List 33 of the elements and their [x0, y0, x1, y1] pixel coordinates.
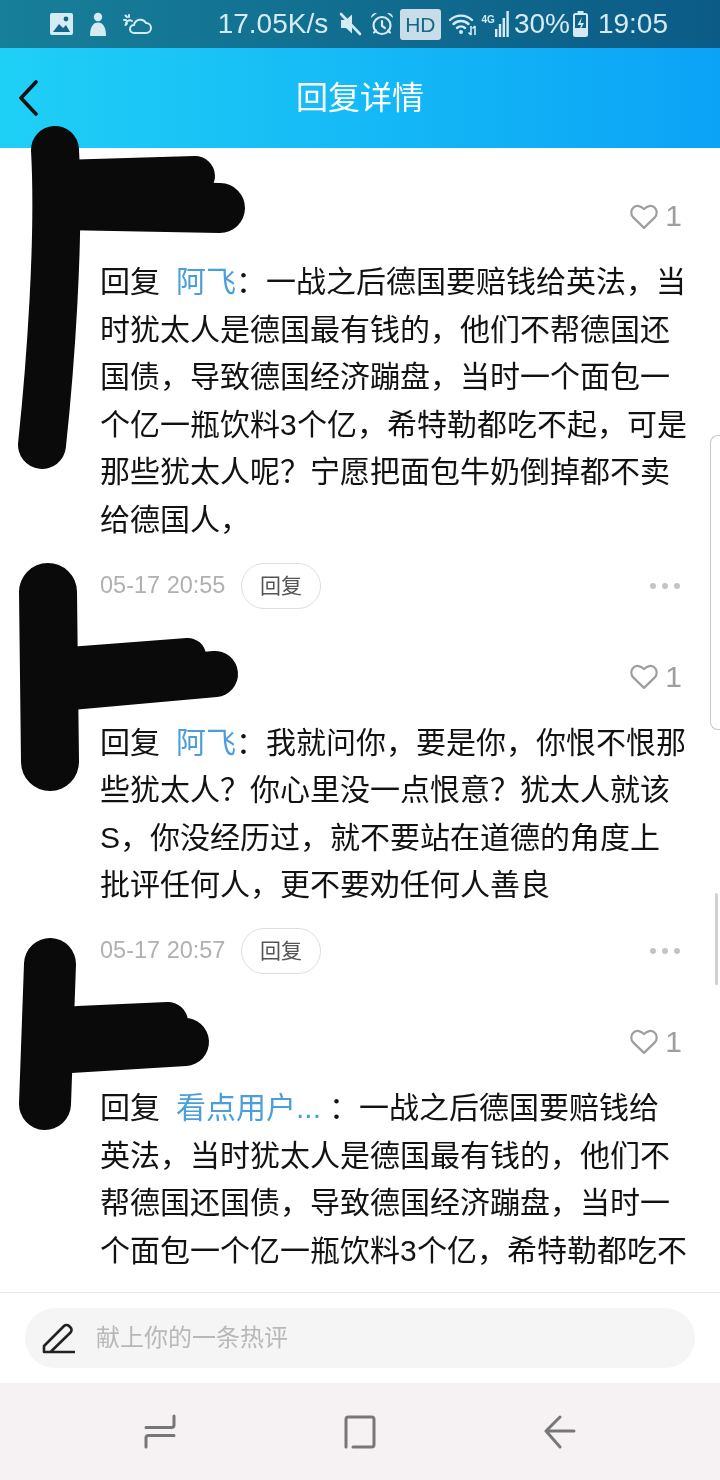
alarm-icon — [370, 12, 395, 36]
battery-percent: 30% — [513, 7, 570, 41]
person-icon — [88, 12, 108, 36]
like-button[interactable]: 1 — [629, 1026, 682, 1057]
comment-text: 回复 看点用户... ：一战之后德国要赔钱给英法，当时犹太人是德国最有钱的，他们不帮德国还国债，导致德国经济蹦盘，当时一个面包一个亿一瓶饮料3个亿，希特勒都吃不 — [100, 1089, 688, 1269]
like-button[interactable]: 1 — [629, 661, 682, 692]
recent-apps-icon[interactable] — [144, 1414, 176, 1449]
username-link[interactable]: 阿飞 — [176, 265, 236, 298]
network-speed: 17.05K/s — [217, 7, 329, 41]
home-icon[interactable] — [344, 1414, 376, 1449]
battery-icon — [572, 11, 588, 37]
back-icon[interactable] — [18, 80, 38, 116]
signal-icon — [494, 11, 509, 37]
mute-icon — [338, 12, 363, 36]
gallery-icon — [50, 13, 73, 35]
username-link[interactable]: 看点用户... — [176, 1090, 321, 1124]
weather-icon — [123, 13, 152, 35]
page-title: 回复详情 — [295, 79, 425, 118]
username-link[interactable]: 阿飞 — [176, 725, 236, 759]
reply-button[interactable]: 回复 — [241, 562, 322, 609]
reply-button[interactable]: 回复 — [241, 927, 322, 974]
comment-text: 回复 阿飞：一战之后德国要赔钱给英法，当时犹太人是德国最有钱的，他们不帮德国还国债，导致德国经济蹦盘，当时一个面包一个亿一瓶饮料3个亿，希特勒都吃不起，可是那些犹太人呢？宁愿把面包牛奶倒掉都不卖给德国人， — [100, 264, 688, 538]
hd-indicator: HD — [400, 8, 441, 40]
timestamp: 05-17 20:55 — [100, 570, 226, 600]
network-type: 4G — [481, 15, 495, 25]
like-button[interactable]: 1 — [629, 201, 682, 231]
edge-panel-handle[interactable] — [710, 435, 720, 730]
comment-input[interactable]: 献上你的一条热评 — [25, 1308, 695, 1368]
wifi-icon — [447, 12, 478, 36]
comment-text: 回复 阿飞：我就问你，要是你，你恨不恨那些犹太人？你心里没一点恨意？犹太人就该S，你没经历过，就不要站在道德的角度上批评任何人，更不要劝任何人善良 — [100, 724, 687, 904]
clock: 19:05 — [597, 7, 668, 41]
pencil-icon — [41, 1321, 75, 1355]
timestamp: 05-17 20:57 — [100, 936, 226, 966]
